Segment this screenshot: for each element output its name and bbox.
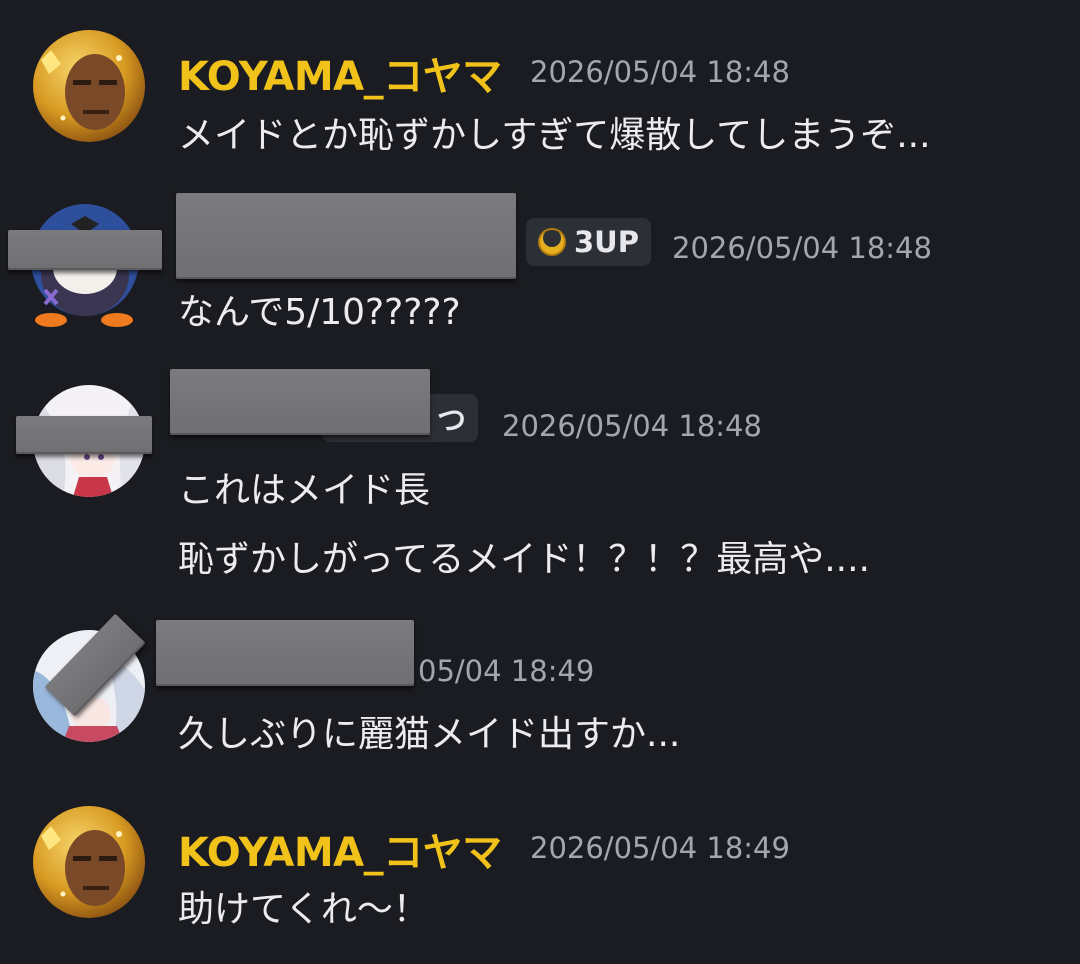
redaction-bar <box>8 230 162 270</box>
message-text: これはメイド長 <box>178 470 431 511</box>
redaction-bar <box>156 620 414 686</box>
message-text: メイドとか恥ずかしすぎて爆散してしまうぞ... <box>178 115 931 156</box>
golden-crescent-icon <box>536 226 568 258</box>
message-text: なんで5/10????? <box>178 292 461 333</box>
timestamp: 05/04 18:49 <box>418 654 595 688</box>
redaction-bar <box>16 416 152 454</box>
message-text: 久しぶりに麗猫メイド出すか... <box>178 714 681 755</box>
avatar[interactable] <box>33 806 145 918</box>
avatar[interactable] <box>33 30 145 142</box>
redaction-bar <box>176 193 516 279</box>
role-badge[interactable]: 3UP <box>526 218 651 266</box>
username[interactable]: KOYAMA_コヤマ <box>178 44 502 102</box>
timestamp: 2026/05/04 18:48 <box>530 55 790 89</box>
timestamp: 2026/05/04 18:48 <box>502 409 762 443</box>
timestamp: 2026/05/04 18:49 <box>530 831 790 865</box>
redaction-bar <box>170 369 430 435</box>
message-text: 恥ずかしがってるメイド！？！？最高や.... <box>178 539 870 580</box>
username[interactable]: KOYAMA_コヤマ <box>178 820 502 878</box>
message-text: 助けてくれ〜！ <box>178 889 429 930</box>
timestamp: 2026/05/04 18:48 <box>672 231 932 265</box>
badge-label: 3UP <box>574 225 639 259</box>
chat-message-list: KOYAMA_コヤマ 2026/05/04 18:48 メイドとか恥ずかしすぎて… <box>0 0 1080 964</box>
badge-label: つ <box>436 403 466 437</box>
